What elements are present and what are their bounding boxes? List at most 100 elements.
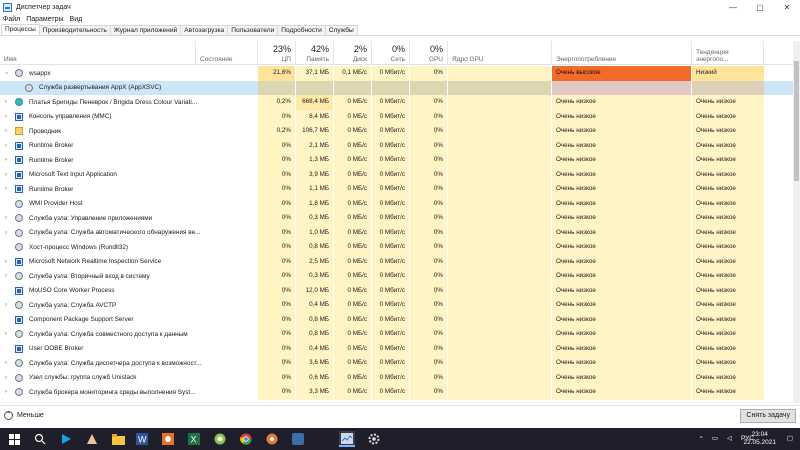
chevron-right-icon[interactable]: ›	[3, 375, 9, 381]
process-row[interactable]: › Служба узла: Вторичный вход в систему 0%…	[0, 269, 800, 284]
chevron-right-icon[interactable]: ›	[3, 230, 9, 236]
settings-icon[interactable]	[366, 431, 382, 447]
process-row[interactable]: MoUSO Core Worker Process 0% 12,0 МБ 0 МБ/с…	[0, 283, 800, 298]
photos-icon[interactable]	[160, 431, 176, 447]
app-icon[interactable]	[264, 431, 280, 447]
tab-app-history[interactable]: Журнал приложений	[109, 25, 182, 35]
menu-view[interactable]: Вид	[70, 16, 83, 23]
col-gpu-engine[interactable]: Ядро GPU	[448, 41, 552, 65]
col-status[interactable]: Состояние	[196, 41, 258, 65]
tab-processes[interactable]: Процессы	[1, 24, 40, 35]
process-row[interactable]: › Узел службы: группа служб Unistack 0% 0,6…	[0, 370, 800, 385]
process-row[interactable]: › Runtime Broker 0% 1,1 МБ 0 МБ/с 0 Мбит/с 0% О…	[0, 182, 800, 197]
process-net: 0 Мбит/с	[372, 327, 410, 342]
tab-services[interactable]: Службы	[324, 25, 358, 35]
process-row[interactable]: › Проводник 0,2% 106,7 МБ 0 МБ/с 0 Мбит/с 0% Оч…	[0, 124, 800, 139]
process-row[interactable]: › Служба узла: Служба автоматического обн…	[0, 225, 800, 240]
chevron-right-icon[interactable]: ›	[3, 331, 9, 337]
chevron-right-icon[interactable]: ›	[3, 114, 9, 120]
search-icon[interactable]	[32, 431, 48, 447]
process-row[interactable]: › Microsoft Network Realtime Inspection S…	[0, 254, 800, 269]
process-disk: 0 МБ/с	[334, 298, 372, 313]
chrome-icon[interactable]	[238, 431, 254, 447]
windows-logo-icon[interactable]	[6, 431, 22, 447]
chevron-right-icon[interactable]: ›	[3, 157, 9, 163]
process-row[interactable]: › Консоль управления (MMC) 0% 8,4 МБ 0 МБ/с 0…	[0, 109, 800, 124]
chevron-right-icon[interactable]: ›	[3, 360, 9, 366]
process-row[interactable]: Component Package Support Server 0% 0,8 МБ…	[0, 312, 800, 327]
col-memory[interactable]: 42% Память	[296, 41, 334, 65]
process-row[interactable]: › Runtime Broker 0% 2,1 МБ 0 МБ/с 0 Мбит/с 0% О…	[0, 138, 800, 153]
chevron-right-icon[interactable]: ›	[3, 215, 9, 221]
chevron-right-icon[interactable]: ›	[3, 172, 9, 178]
network-icon[interactable]: ▭	[712, 434, 718, 442]
chevron-right-icon[interactable]: ›	[3, 128, 9, 134]
chevron-right-icon[interactable]: ›	[3, 273, 9, 279]
col-disk[interactable]: 2% Диск	[334, 41, 372, 65]
process-energy: Очень низкое	[552, 312, 692, 327]
chevron-right-icon[interactable]: ›	[3, 302, 9, 308]
menu-file[interactable]: Файл	[3, 16, 20, 23]
process-row[interactable]: › Служба узла: Служба AVCTP 0% 0,4 МБ 0 МБ/с…	[0, 298, 800, 313]
tab-performance[interactable]: Производительность	[38, 25, 111, 35]
process-status	[196, 95, 258, 110]
end-task-button[interactable]: Снять задачу	[740, 409, 796, 423]
menu-options[interactable]: Параметры	[26, 16, 63, 23]
folder-icon[interactable]	[110, 431, 126, 447]
vertical-scrollbar[interactable]	[793, 41, 800, 403]
process-energy: Очень низкое	[552, 124, 692, 139]
fewer-details-button[interactable]: ⌃ Меньше	[4, 411, 44, 420]
media-player-icon[interactable]	[58, 431, 74, 447]
process-row[interactable]: › Microsoft Text Input Application 0% 3,9 М…	[0, 167, 800, 182]
chevron-right-icon[interactable]: ›	[3, 186, 9, 192]
process-status	[196, 356, 258, 371]
scrollbar-thumb[interactable]	[794, 61, 799, 181]
process-gpu: 0%	[410, 341, 448, 356]
maximize-button[interactable]: ▢	[747, 0, 773, 14]
tab-users[interactable]: Пользователи	[227, 25, 279, 35]
chevron-down-icon[interactable]: ›	[3, 70, 9, 76]
word-icon[interactable]: W	[134, 431, 150, 447]
tray-chevron-icon[interactable]: ⌃	[699, 435, 704, 443]
tab-details[interactable]: Подробности	[277, 25, 326, 35]
notifications-icon[interactable]: ▢	[787, 434, 793, 442]
col-network[interactable]: 0% Сеть	[372, 41, 410, 65]
process-gpu: 0%	[410, 225, 448, 240]
minimize-button[interactable]: —	[720, 0, 746, 14]
col-power-trend[interactable]: Тенденция энергопо...	[692, 41, 764, 65]
game-icon[interactable]	[84, 431, 100, 447]
col-name[interactable]: Имя	[0, 41, 196, 65]
process-row[interactable]: WMI Provider Host 0% 1,8 МБ 0 МБ/с 0 Мбит/с 0…	[0, 196, 800, 211]
chevron-right-icon[interactable]: ›	[3, 389, 9, 395]
process-row[interactable]: User OOBE Broker 0% 0,4 МБ 0 МБ/с 0 Мбит/с 0%…	[0, 341, 800, 356]
android-icon[interactable]	[212, 431, 228, 447]
tab-startup[interactable]: Автозагрузка	[180, 25, 229, 35]
process-row[interactable]: › Служба узла: Служба диспетчера доступа …	[0, 356, 800, 371]
process-name: Служба узла: Служба диспетчера доступа к…	[29, 359, 202, 367]
chevron-right-icon[interactable]: ›	[3, 143, 9, 149]
chevron-right-icon[interactable]: ›	[3, 259, 9, 265]
process-row[interactable]: › Runtime Broker 0% 1,3 МБ 0 МБ/с 0 Мбит/с 0% О…	[0, 153, 800, 168]
process-row[interactable]: › wsappx 21,6% 37,1 МБ 0,1 МБ/с 0 Мбит/с 0% Оче…	[0, 66, 800, 81]
clock[interactable]: 23:04 22.05.2021	[743, 431, 776, 447]
process-row[interactable]: › Служба узла: Служба совместного доступа…	[0, 327, 800, 342]
process-row[interactable]: › Служба узла: Управление приложениями 0% 0…	[0, 211, 800, 226]
close-button[interactable]: ✕	[774, 0, 800, 14]
col-cpu[interactable]: 23% ЦП	[258, 41, 296, 65]
task-manager-icon[interactable]	[339, 431, 355, 447]
process-row[interactable]: › Платья Бригиды Пеневрок / Brigida Dress…	[0, 95, 800, 110]
process-trend: Очень низкое	[692, 283, 764, 298]
process-net: 0 Мбит/с	[372, 95, 410, 110]
volume-icon[interactable]: ◁	[727, 434, 732, 442]
process-row[interactable]: Служба развертывания AppX (AppXSVC)	[0, 80, 800, 95]
excel-icon[interactable]: X	[186, 431, 202, 447]
col-gpu[interactable]: 0% GPU	[410, 41, 448, 65]
app-icon[interactable]	[290, 431, 306, 447]
clock-time: 23:04	[751, 431, 768, 438]
col-power-usage[interactable]: Энергопотребление	[552, 41, 692, 65]
process-name: Консоль управления (MMC)	[29, 113, 112, 121]
tab-bar: Процессы Производительность Журнал прило…	[0, 24, 800, 36]
chevron-right-icon[interactable]: ›	[3, 99, 9, 105]
process-row[interactable]: › Служба брокера мониторинга среды выполн…	[0, 385, 800, 400]
process-row[interactable]: Хост-процесс Windows (Rundll32) 0% 0,8 МБ 0…	[0, 240, 800, 255]
